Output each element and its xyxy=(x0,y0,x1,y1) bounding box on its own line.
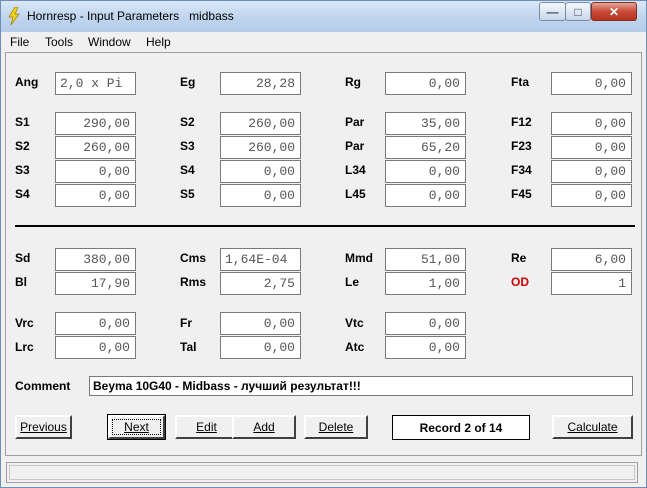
param-field-vtc[interactable]: 0,00 xyxy=(385,312,466,335)
param-field-bl[interactable]: 17,90 xyxy=(55,272,136,295)
param-field-tal[interactable]: 0,00 xyxy=(220,336,301,359)
param-label-s3: S3 xyxy=(15,163,30,177)
param-label-s4: S4 xyxy=(180,163,195,177)
param-label-bl: Bl xyxy=(15,275,27,289)
param-field-f12[interactable]: 0,00 xyxy=(551,112,632,135)
param-field-cms[interactable]: 1,64E-04 xyxy=(220,248,301,271)
param-label-s2: S2 xyxy=(15,139,30,153)
param-label-cms: Cms xyxy=(180,251,207,265)
param-label-lrc: Lrc xyxy=(15,340,34,354)
maximize-icon: □ xyxy=(574,5,582,19)
menu-bar: File Tools Window Help xyxy=(1,32,646,52)
status-panel xyxy=(9,465,635,480)
param-field-l45[interactable]: 0,00 xyxy=(385,184,466,207)
param-field-re[interactable]: 6,00 xyxy=(551,248,632,271)
param-label-l34: L34 xyxy=(345,163,366,177)
param-field-f23[interactable]: 0,00 xyxy=(551,136,632,159)
calculate-button[interactable]: Calculate xyxy=(552,415,633,439)
next-button[interactable]: Next xyxy=(108,415,165,439)
param-field-par1[interactable]: 35,00 xyxy=(385,112,466,135)
param-field-vrc[interactable]: 0,00 xyxy=(55,312,136,335)
param-label-mmd: Mmd xyxy=(345,251,373,265)
param-field-l34[interactable]: 0,00 xyxy=(385,160,466,183)
status-bar xyxy=(6,462,638,483)
param-label-f23: F23 xyxy=(511,139,532,153)
param-label-s2: S2 xyxy=(180,115,195,129)
param-label-sd: Sd xyxy=(15,251,31,265)
param-label-ang: Ang xyxy=(15,75,39,89)
param-label-vtc: Vtc xyxy=(345,316,364,330)
param-label-re: Re xyxy=(511,251,527,265)
menu-tools[interactable]: Tools xyxy=(45,35,73,49)
param-label-s5: S5 xyxy=(180,187,195,201)
param-field-od[interactable]: 1 xyxy=(551,272,632,295)
param-field-s3[interactable]: 0,00 xyxy=(55,160,136,183)
param-field-s1[interactable]: 290,00 xyxy=(55,112,136,135)
previous-button[interactable]: Previous xyxy=(15,415,72,439)
param-field-sd[interactable]: 380,00 xyxy=(55,248,136,271)
param-label-fr: Fr xyxy=(180,316,192,330)
param-label-rg: Rg xyxy=(345,75,361,89)
param-field-s4[interactable]: 0,00 xyxy=(220,160,301,183)
param-label-f34: F34 xyxy=(511,163,532,177)
param-label-f45: F45 xyxy=(511,187,532,201)
comment-field[interactable]: Beyma 10G40 - Midbass - лучший результат… xyxy=(89,376,633,396)
param-label-le: Le xyxy=(345,275,360,289)
param-label-l45: L45 xyxy=(345,187,366,201)
param-field-s4[interactable]: 0,00 xyxy=(55,184,136,207)
param-field-le[interactable]: 1,00 xyxy=(385,272,466,295)
delete-button[interactable]: Delete xyxy=(304,415,368,439)
edit-button[interactable]: Edit xyxy=(175,415,238,439)
add-button[interactable]: Add xyxy=(232,415,296,439)
param-label-s3: S3 xyxy=(180,139,195,153)
param-field-mmd[interactable]: 51,00 xyxy=(385,248,466,271)
param-field-rms[interactable]: 2,75 xyxy=(220,272,301,295)
param-field-f34[interactable]: 0,00 xyxy=(551,160,632,183)
param-label-par1: Par xyxy=(345,115,365,129)
param-field-s2[interactable]: 260,00 xyxy=(220,112,301,135)
param-field-s3[interactable]: 260,00 xyxy=(220,136,301,159)
param-field-f45[interactable]: 0,00 xyxy=(551,184,632,207)
param-label-eg: Eg xyxy=(180,75,196,89)
section-divider xyxy=(15,225,635,227)
param-field-atc[interactable]: 0,00 xyxy=(385,336,466,359)
window-title: Hornresp - Input Parameters midbass xyxy=(27,9,234,23)
param-label-vrc: Vrc xyxy=(15,316,34,330)
param-field-ang[interactable]: 2,0 x Pi xyxy=(55,72,136,95)
minimize-icon: — xyxy=(546,5,559,19)
param-label-s4: S4 xyxy=(15,187,30,201)
menu-window[interactable]: Window xyxy=(88,35,131,49)
param-label-fta: Fta xyxy=(511,75,529,89)
param-label-f12: F12 xyxy=(511,115,532,129)
maximize-button[interactable]: □ xyxy=(565,2,591,21)
param-label-tal: Tal xyxy=(180,340,197,354)
param-field-fr[interactable]: 0,00 xyxy=(220,312,301,335)
comment-label: Comment xyxy=(15,379,71,393)
param-field-fta[interactable]: 0,00 xyxy=(551,72,632,95)
param-label-atc: Atc xyxy=(345,340,365,354)
param-field-eg[interactable]: 28,28 xyxy=(220,72,301,95)
param-field-lrc[interactable]: 0,00 xyxy=(55,336,136,359)
lightning-icon xyxy=(8,7,20,25)
param-label-rms: Rms xyxy=(180,275,207,289)
input-parameters-panel: Ang 2,0 x Pi Eg 28,28 Rg 0,00 Fta 0,00 S… xyxy=(5,52,642,456)
close-button[interactable]: ✕ xyxy=(591,2,637,21)
close-icon: ✕ xyxy=(608,5,620,19)
minimize-button[interactable]: — xyxy=(539,2,566,21)
menu-file[interactable]: File xyxy=(10,35,29,49)
param-field-s5[interactable]: 0,00 xyxy=(220,184,301,207)
param-label-od: OD xyxy=(511,275,529,289)
record-counter: Record 2 of 14 xyxy=(392,415,530,440)
title-bar[interactable]: Hornresp - Input Parameters midbass — □ … xyxy=(1,1,646,32)
param-field-s2[interactable]: 260,00 xyxy=(55,136,136,159)
param-field-par2[interactable]: 65,20 xyxy=(385,136,466,159)
param-label-par2: Par xyxy=(345,139,365,153)
param-field-rg[interactable]: 0,00 xyxy=(385,72,466,95)
menu-help[interactable]: Help xyxy=(146,35,171,49)
hornresp-window: Hornresp - Input Parameters midbass — □ … xyxy=(0,0,647,488)
param-label-s1: S1 xyxy=(15,115,30,129)
